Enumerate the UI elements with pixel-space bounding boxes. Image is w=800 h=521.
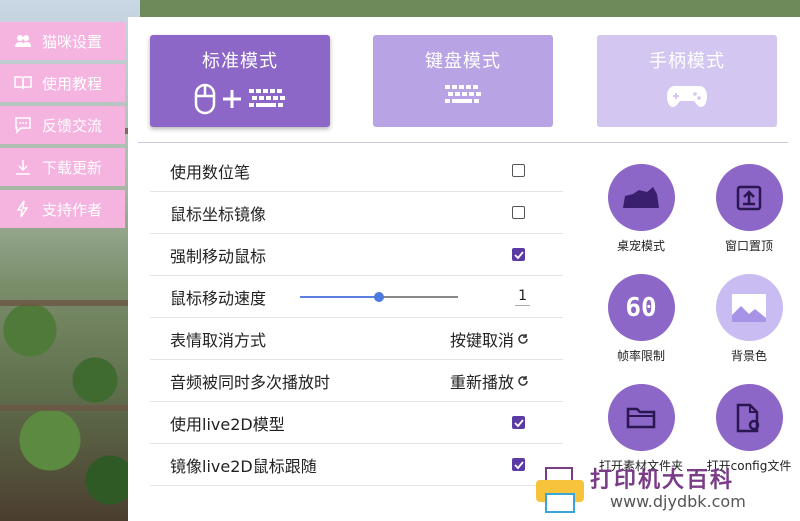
fps-limit-button[interactable]: 60 bbox=[607, 274, 675, 341]
sidebar: 猫咪设置 使用教程 反馈交流 下载更新 支持作者 bbox=[0, 22, 125, 232]
divider bbox=[138, 142, 788, 143]
mode-gamepad-button[interactable]: 手柄模式 bbox=[597, 35, 777, 127]
file-gear-icon bbox=[736, 403, 760, 432]
tool-desktop-pet: 桌宠模式 bbox=[593, 164, 689, 254]
mode-label: 键盘模式 bbox=[425, 51, 501, 72]
desktop-pet-button[interactable] bbox=[607, 164, 675, 231]
checkmark-icon bbox=[513, 460, 524, 469]
tool-fps-limit: 60 帧率限制 bbox=[593, 274, 689, 364]
sidebar-item-tutorial[interactable]: 使用教程 bbox=[0, 64, 125, 102]
emote-cancel-selector[interactable]: 按键取消 bbox=[450, 327, 529, 351]
sidebar-item-feedback[interactable]: 反馈交流 bbox=[0, 106, 125, 144]
setting-label: 鼠标坐标镜像 bbox=[170, 204, 267, 224]
slider-thumb[interactable] bbox=[374, 291, 384, 302]
mouse-icon bbox=[194, 83, 216, 115]
tool-label: 窗口置顶 bbox=[724, 239, 773, 253]
tool-window-top: 窗口置顶 bbox=[701, 164, 797, 254]
tool-background-color: 背景色 bbox=[701, 274, 797, 364]
sidebar-item-label: 反馈交流 bbox=[42, 116, 103, 135]
watermark-title: 打印机大百科 bbox=[590, 468, 735, 493]
plus-icon bbox=[223, 90, 241, 108]
printer-icon bbox=[536, 467, 584, 513]
watermark: 打印机大百科 www.djydbk.com bbox=[530, 462, 800, 521]
sidebar-item-label: 下载更新 bbox=[42, 158, 103, 177]
setting-row-use-live2d: 使用live2D模型 bbox=[150, 402, 563, 444]
setting-label: 强制移动鼠标 bbox=[170, 246, 267, 266]
background-color-button[interactable] bbox=[715, 274, 783, 341]
setting-row-mirror-live2d: 镜像live2D鼠标跟随 bbox=[150, 444, 563, 486]
cycle-icon bbox=[518, 333, 528, 344]
setting-label: 表情取消方式 bbox=[170, 330, 267, 350]
audio-overlap-selector[interactable]: 重新播放 bbox=[450, 369, 529, 393]
force-move-checkbox[interactable] bbox=[512, 248, 525, 261]
download-icon bbox=[16, 160, 30, 175]
sidebar-item-label: 猫咪设置 bbox=[42, 32, 103, 51]
tool-label: 帧率限制 bbox=[616, 349, 665, 363]
mode-keyboard-button[interactable]: 键盘模式 bbox=[373, 35, 553, 127]
slider-fill bbox=[300, 295, 379, 298]
gamepad-icon bbox=[667, 86, 707, 107]
sidebar-item-support-author[interactable]: 支持作者 bbox=[0, 190, 125, 228]
tool-open-assets: 打开素材文件夹 bbox=[593, 384, 689, 474]
main-panel: 标准模式 键盘模式 手柄模式 使用数位笔 鼠标坐标镜像 强制移动鼠标 鼠标移动速… bbox=[128, 17, 800, 521]
mode-label: 标准模式 bbox=[202, 51, 278, 72]
use-live2d-checkbox[interactable] bbox=[512, 416, 525, 429]
setting-label: 音频被同时多次播放时 bbox=[170, 372, 331, 392]
move-speed-slider[interactable] bbox=[300, 287, 458, 307]
open-assets-button[interactable] bbox=[607, 384, 675, 451]
chat-icon bbox=[15, 117, 31, 134]
sidebar-item-label: 支持作者 bbox=[42, 200, 103, 219]
image-icon bbox=[732, 293, 766, 322]
open-config-button[interactable] bbox=[715, 384, 783, 451]
setting-row-mirror-mouse: 鼠标坐标镜像 bbox=[150, 192, 563, 234]
window-top-button[interactable] bbox=[715, 164, 783, 231]
folder-icon bbox=[626, 407, 656, 428]
settings-list: 使用数位笔 鼠标坐标镜像 强制移动鼠标 鼠标移动速度 1 表情取消方式 按键取消 bbox=[150, 150, 563, 486]
checkmark-icon bbox=[513, 250, 524, 259]
book-icon bbox=[14, 76, 32, 90]
tool-label: 桌宠模式 bbox=[616, 239, 665, 253]
pin-top-icon bbox=[736, 185, 762, 210]
checkmark-icon bbox=[513, 418, 524, 427]
mode-standard-button[interactable]: 标准模式 bbox=[150, 35, 330, 127]
sidebar-item-download-update[interactable]: 下载更新 bbox=[0, 148, 125, 186]
setting-row-use-pen: 使用数位笔 bbox=[150, 150, 563, 192]
fps-60-icon: 60 bbox=[625, 292, 657, 323]
bolt-icon bbox=[16, 200, 29, 218]
tool-label: 背景色 bbox=[730, 349, 767, 363]
users-icon bbox=[15, 35, 31, 47]
use-pen-checkbox[interactable] bbox=[512, 164, 525, 177]
mode-label: 手柄模式 bbox=[649, 51, 725, 72]
tool-open-config: 打开config文件 bbox=[701, 384, 797, 474]
setting-label: 鼠标移动速度 bbox=[170, 288, 267, 308]
setting-row-emote-cancel: 表情取消方式 按键取消 bbox=[150, 318, 563, 360]
watermark-url: www.djydbk.com bbox=[610, 492, 746, 511]
setting-row-force-move: 强制移动鼠标 bbox=[150, 234, 563, 276]
setting-label: 使用live2D模型 bbox=[170, 414, 285, 434]
setting-row-move-speed: 鼠标移动速度 1 bbox=[150, 276, 563, 318]
setting-label: 镜像live2D鼠标跟随 bbox=[170, 456, 317, 476]
emote-cancel-value: 按键取消 bbox=[449, 330, 514, 350]
sidebar-item-cat-settings[interactable]: 猫咪设置 bbox=[0, 22, 125, 60]
sidebar-item-label: 使用教程 bbox=[42, 74, 103, 93]
keyboard-icon bbox=[445, 85, 481, 103]
mirror-live2d-checkbox[interactable] bbox=[512, 458, 525, 471]
audio-overlap-value: 重新播放 bbox=[449, 372, 514, 392]
cat-icon bbox=[623, 186, 659, 208]
mirror-mouse-checkbox[interactable] bbox=[512, 206, 525, 219]
cycle-icon bbox=[518, 375, 528, 386]
setting-label: 使用数位笔 bbox=[170, 162, 251, 182]
move-speed-value[interactable]: 1 bbox=[515, 288, 530, 306]
keyboard-icon bbox=[249, 89, 285, 107]
setting-row-audio-overlap: 音频被同时多次播放时 重新播放 bbox=[150, 360, 563, 402]
mode-selector: 标准模式 键盘模式 手柄模式 bbox=[150, 35, 780, 127]
